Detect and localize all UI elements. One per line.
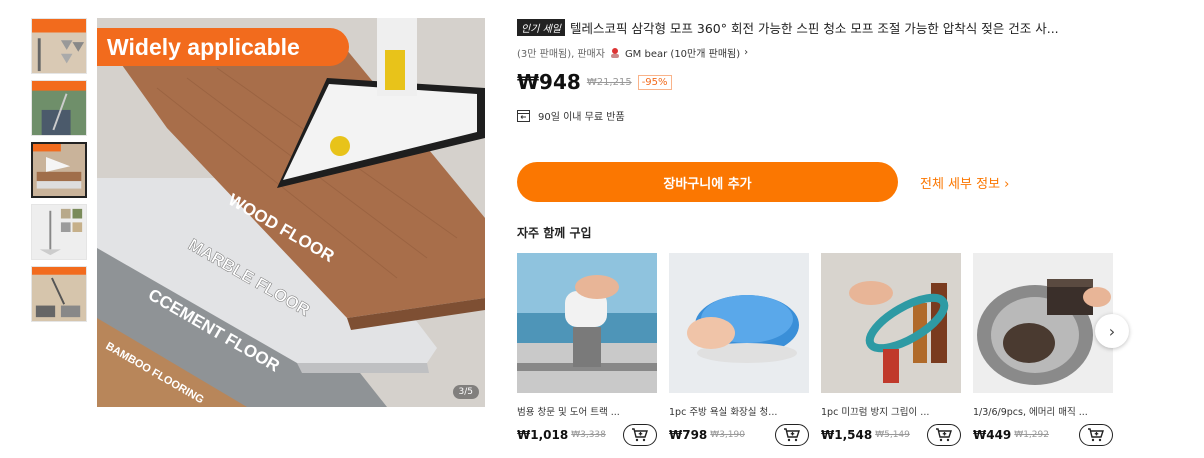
title-row: 인기 세일 텔레스코픽 삼각형 모프 360° 회전 가능한 스핀 청소 모프 … (517, 18, 1117, 37)
carousel-next-button[interactable]: › (1095, 314, 1129, 348)
add-to-cart-icon-button[interactable] (927, 424, 961, 446)
full-details-link[interactable]: 전체 세부 정보 › (920, 173, 1009, 192)
fbt-item-name[interactable]: 범용 창문 및 도어 트랙 ... (517, 404, 657, 418)
seller-meta: (3만 판매됨), 판매자 GM bear (10만개 판매됨) › (517, 45, 1117, 60)
fbt-item-original-price: ₩1,292 (1014, 430, 1049, 440)
frequently-bought-list: 범용 창문 및 도어 트랙 ... ₩1,018 ₩3,338 1pc 주방 욕… (517, 253, 1113, 446)
fbt-item-original-price: ₩5,149 (875, 430, 910, 440)
cart-plus-icon (936, 428, 952, 442)
main-product-image[interactable]: WOOD FLOOR MARBLE FLOOR CCEMENT FLOOR BA… (97, 18, 485, 407)
return-policy[interactable]: 90일 이내 무료 반품 (517, 108, 1117, 123)
thumbnail-5[interactable] (31, 266, 87, 322)
seller-label: 판매자 (577, 49, 605, 60)
fbt-item-original-price: ₩3,190 (710, 430, 745, 440)
product-title: 텔레스코픽 삼각형 모프 360° 회전 가능한 스핀 청소 모프 조절 가능한… (569, 21, 1059, 36)
fbt-item-price: ₩798 (669, 428, 708, 442)
product-info: 인기 세일 텔레스코픽 삼각형 모프 360° 회전 가능한 스핀 청소 모프 … (517, 18, 1117, 123)
image-counter: 3/5 (452, 385, 479, 399)
return-box-icon (517, 109, 530, 122)
seller-icon (610, 47, 619, 58)
product-page: WOOD FLOOR MARBLE FLOOR CCEMENT FLOOR BA… (0, 0, 1204, 458)
fbt-item: 범용 창문 및 도어 트랙 ... ₩1,018 ₩3,338 (517, 253, 657, 446)
fbt-price-row: ₩1,548 ₩5,149 (821, 424, 961, 446)
fbt-item-name[interactable]: 1pc 주방 욕실 화장실 청... (669, 404, 809, 418)
fbt-item: 1pc 미끄럼 방지 그립이 ... ₩1,548 ₩5,149 (821, 253, 961, 446)
thumbnail-1[interactable] (31, 18, 87, 74)
thumbnail-4[interactable] (31, 204, 87, 260)
thumbnail-list (31, 18, 87, 328)
fbt-item-name[interactable]: 1/3/6/9pcs, 에머리 매직 ... (973, 404, 1113, 418)
fbt-item-price: ₩1,548 (821, 428, 873, 442)
widely-applicable-banner: Widely applicable (97, 28, 349, 66)
cart-plus-icon (1088, 428, 1104, 442)
thumbnail-2[interactable] (31, 80, 87, 136)
thumbnail-3[interactable] (31, 142, 87, 198)
fbt-item-image[interactable] (973, 253, 1113, 393)
sale-tag: 인기 세일 (517, 19, 565, 36)
add-to-cart-icon-button[interactable] (775, 424, 809, 446)
seller-link[interactable]: GM bear (10만개 판매됨) (625, 45, 740, 60)
fbt-item: 1pc 주방 욕실 화장실 청... ₩798 ₩3,190 (669, 253, 809, 446)
add-to-cart-icon-button[interactable] (1079, 424, 1113, 446)
fbt-price-row: ₩1,018 ₩3,338 (517, 424, 657, 446)
fbt-item-price: ₩449 (973, 428, 1012, 442)
fbt-item-image[interactable] (669, 253, 809, 393)
fbt-item: 1/3/6/9pcs, 에머리 매직 ... ₩449 ₩1,292 (973, 253, 1113, 446)
add-to-cart-button[interactable]: 장바구니에 추가 (517, 162, 898, 202)
fbt-price-row: ₩798 ₩3,190 (669, 424, 809, 446)
fbt-price-row: ₩449 ₩1,292 (973, 424, 1113, 446)
add-to-cart-icon-button[interactable] (623, 424, 657, 446)
fbt-item-image[interactable] (821, 253, 961, 393)
discount-badge: -95% (637, 74, 672, 90)
sold-count: (3만 판매됨), (517, 49, 575, 60)
chevron-right-icon[interactable]: › (744, 47, 748, 58)
fbt-item-price: ₩1,018 (517, 428, 569, 442)
price-row: ₩948 ₩21,215 -95% (517, 70, 1117, 94)
frequently-bought-title: 자주 함께 구입 (517, 226, 592, 240)
original-price: ₩21,215 (586, 76, 632, 88)
cart-plus-icon (632, 428, 648, 442)
cta-row: 장바구니에 추가 전체 세부 정보 › (517, 162, 1009, 202)
return-policy-text: 90일 이내 무료 반품 (538, 112, 625, 123)
cart-plus-icon (784, 428, 800, 442)
chevron-right-icon: › (1108, 321, 1116, 341)
fbt-item-image[interactable] (517, 253, 657, 393)
current-price: ₩948 (517, 70, 581, 94)
fbt-item-original-price: ₩3,338 (571, 430, 606, 440)
fbt-item-name[interactable]: 1pc 미끄럼 방지 그립이 ... (821, 404, 961, 418)
